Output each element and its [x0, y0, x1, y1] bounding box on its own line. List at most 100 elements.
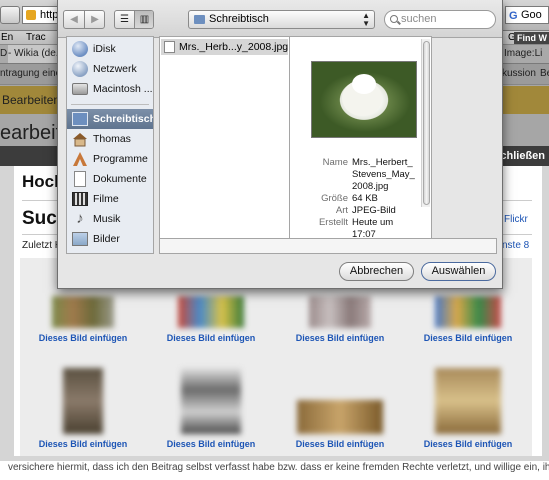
- forward-button[interactable]: ▶: [85, 11, 104, 28]
- back-forward-control: ◀ ▶: [63, 10, 105, 29]
- site-favicon-icon: [26, 10, 36, 20]
- url-field[interactable]: http:: [22, 6, 62, 24]
- thumbnail-item[interactable]: Dieses Bild einfügen: [290, 400, 390, 449]
- thumbnail-image[interactable]: [435, 368, 501, 434]
- lightbox-close-button[interactable]: chließen: [500, 146, 545, 166]
- size-value: 64 KB: [352, 193, 378, 204]
- location-popup[interactable]: Schreibtisch ▲ ▼: [188, 10, 375, 29]
- thumbnail-image[interactable]: [52, 296, 114, 328]
- preview-image: [311, 61, 417, 138]
- thumbnail-item[interactable]: Dieses Bild einfügen: [161, 368, 261, 449]
- insert-image-link[interactable]: Dieses Bild einfügen: [290, 333, 390, 343]
- kind-key: Art: [335, 205, 348, 216]
- popup-arrows-icon: ▲ ▼: [362, 11, 370, 28]
- dialog-sidebar: iDisk Netzwerk Macintosh ... Schreibtisc…: [66, 36, 154, 254]
- sidebar-label: Schreibtisch: [93, 113, 153, 125]
- choose-button[interactable]: Auswählen: [421, 262, 496, 281]
- thumbnail-item[interactable]: Dieses Bild einfügen: [33, 368, 133, 449]
- sidebar-label: Thomas: [93, 133, 131, 145]
- sidebar-item-pictures[interactable]: Bilder: [67, 229, 153, 249]
- sidebar-item-macintosh-hd[interactable]: Macintosh ...: [67, 79, 153, 99]
- license-text: versichere hiermit, dass ich den Beitrag…: [0, 461, 549, 480]
- movies-icon: [72, 192, 88, 206]
- back-button[interactable]: ◀: [64, 11, 84, 28]
- list-view-button[interactable]: ☰: [115, 11, 134, 28]
- tab-prefix: D: [0, 48, 8, 59]
- sidebar-item-network[interactable]: Netzwerk: [67, 59, 153, 79]
- cancel-button[interactable]: Abbrechen: [339, 262, 414, 281]
- sidebar-item-home[interactable]: Thomas: [67, 129, 153, 149]
- bookmark-item[interactable]: En: [1, 31, 13, 44]
- insert-image-link[interactable]: Dieses Bild einfügen: [418, 333, 518, 343]
- thumbnail-item[interactable]: Dieses Bild einfügen: [418, 296, 518, 343]
- sidebar-item-music[interactable]: ♪ Musik: [67, 209, 153, 229]
- thumbnail-image[interactable]: [309, 296, 371, 328]
- browser-nav-button[interactable]: [0, 6, 20, 24]
- preview-column: Name Mrs._Herbert_ Stevens_May_ 2008.jpg …: [290, 36, 432, 254]
- thumbnail-image[interactable]: [63, 368, 103, 434]
- name-value: Stevens_May_: [352, 169, 415, 180]
- thumbnail-image[interactable]: [178, 296, 244, 328]
- search-icon: [390, 15, 398, 23]
- thumbnail-image[interactable]: [181, 368, 241, 434]
- sidebar-item-applications[interactable]: Programme: [67, 149, 153, 169]
- google-icon: G: [509, 10, 518, 22]
- find-button[interactable]: Find W: [514, 32, 549, 44]
- created-key: Erstellt: [318, 217, 348, 228]
- bookmark-item[interactable]: Trac: [26, 31, 46, 44]
- sidebar-item-desktop[interactable]: Schreibtisch: [67, 109, 153, 129]
- insert-image-link[interactable]: Dieses Bild einfügen: [161, 439, 261, 449]
- next-page-link[interactable]: nste 8: [502, 240, 529, 251]
- tab-image[interactable]: Image:Li: [504, 45, 542, 63]
- file-column: Mrs._Herb...y_2008.jpg ⁞⁞: [159, 36, 290, 254]
- recent-uploads-label: Zuletzt H: [22, 240, 63, 251]
- search-field[interactable]: suchen: [384, 10, 496, 29]
- dialog-toolbar: ◀ ▶ ☰ ▥ Schreibtisch ▲ ▼ suchen: [58, 0, 502, 38]
- preview-scrollbar[interactable]: [421, 39, 430, 207]
- search-placeholder: suchen: [401, 13, 437, 25]
- thumbnail-image[interactable]: [297, 400, 383, 434]
- sidebar-label: Filme: [93, 193, 119, 205]
- sidebar-label: Macintosh ...: [93, 83, 153, 95]
- column-view-button[interactable]: ▥: [135, 11, 153, 28]
- desktop-folder-icon: [194, 15, 205, 24]
- sidebar-label: Netzwerk: [93, 63, 137, 75]
- file-info: Name Mrs._Herbert_ Stevens_May_ 2008.jpg …: [290, 157, 418, 241]
- horizontal-scrollbar[interactable]: [159, 238, 497, 254]
- flickr-link[interactable]: Flickr: [504, 214, 528, 225]
- harddisk-icon: [72, 83, 88, 95]
- insert-image-link[interactable]: Dieses Bild einfügen: [33, 333, 133, 343]
- desktop-icon: [72, 112, 88, 126]
- insert-image-link[interactable]: Dieses Bild einfügen: [33, 439, 133, 449]
- network-icon: [72, 61, 88, 77]
- jpeg-file-icon: [164, 41, 175, 53]
- thumbnail-image[interactable]: [435, 296, 501, 328]
- music-icon: ♪: [76, 210, 84, 227]
- sidebar-item-movies[interactable]: Filme: [67, 189, 153, 209]
- sidebar-label: Programme: [93, 153, 148, 165]
- name-value: Mrs._Herbert_: [352, 157, 413, 168]
- file-row-selected[interactable]: Mrs._Herb...y_2008.jpg: [161, 39, 288, 55]
- thumbnail-item[interactable]: Dieses Bild einfügen: [418, 368, 518, 449]
- file-open-dialog: ◀ ▶ ☰ ▥ Schreibtisch ▲ ▼ suchen iDisk Net…: [57, 0, 503, 289]
- scrollbar-thumb[interactable]: [423, 41, 430, 205]
- size-key: Größe: [321, 193, 348, 204]
- sidebar-item-documents[interactable]: Dokumente: [67, 169, 153, 189]
- browser-search-field[interactable]: G Goo: [505, 6, 549, 24]
- file-name: Mrs._Herb...y_2008.jpg: [179, 41, 288, 53]
- rose-petal: [352, 74, 376, 94]
- idisk-icon: [72, 41, 88, 57]
- thumbnail-item[interactable]: Dieses Bild einfügen: [290, 296, 390, 343]
- view-mode-control: ☰ ▥: [114, 10, 154, 29]
- insert-image-link[interactable]: Dieses Bild einfügen: [290, 439, 390, 449]
- insert-image-link[interactable]: Dieses Bild einfügen: [161, 333, 261, 343]
- sidebar-item-idisk[interactable]: iDisk: [67, 39, 153, 59]
- thumbnail-item[interactable]: Dieses Bild einfügen: [33, 296, 133, 343]
- thumbnail-item[interactable]: Dieses Bild einfügen: [161, 296, 261, 343]
- sidebar-label: iDisk: [93, 43, 116, 55]
- sidebar-separator: [71, 104, 149, 105]
- name-key: Name: [322, 157, 348, 168]
- sidebar-label: Bilder: [93, 233, 120, 245]
- insert-image-link[interactable]: Dieses Bild einfügen: [418, 439, 518, 449]
- applications-icon: [72, 151, 88, 167]
